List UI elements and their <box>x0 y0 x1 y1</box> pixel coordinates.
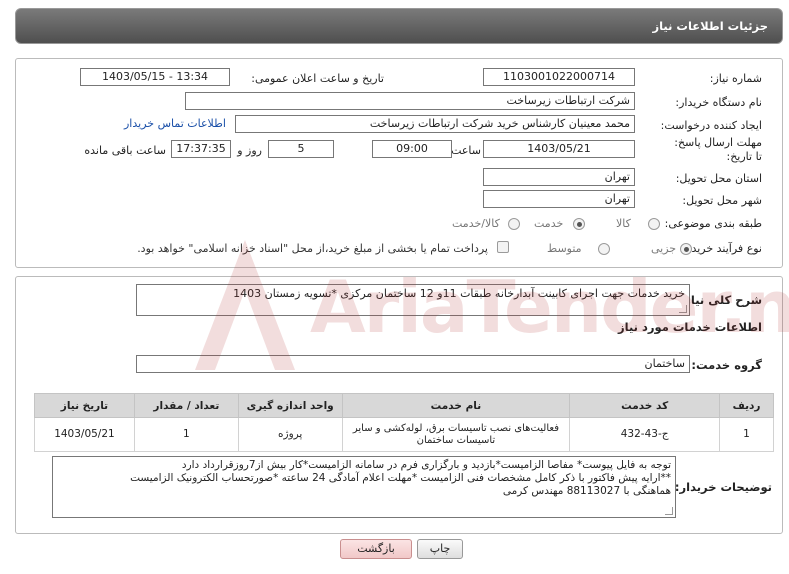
process-label: نوع فرآیند خرید : <box>684 242 762 255</box>
remaining-time-label: ساعت باقی مانده <box>84 144 166 157</box>
deadline-time-field: 09:00 <box>372 140 452 158</box>
col-qty-header: تعداد / مقدار <box>133 393 239 418</box>
remaining-time-field: 17:37:35 <box>171 140 231 158</box>
page-header: جزئیات اطلاعات نیاز <box>15 8 783 44</box>
deadline-date-field: 1403/05/21 <box>483 140 635 158</box>
cell-row: 1 <box>719 417 774 452</box>
page-title: جزئیات اطلاعات نیاز <box>652 19 768 33</box>
buyer-notes-line-1: توجه به فایل پیوست* مفاصا الزامیست*بازدی… <box>181 459 671 471</box>
cell-qty: 1 <box>133 417 239 452</box>
services-table-header: تاریخ نیاز تعداد / مقدار واحد اندازه گیر… <box>34 393 774 418</box>
days-label: روز و <box>237 144 262 157</box>
service-group-label: گروه خدمت: <box>691 358 762 372</box>
announce-date-field: 1403/05/15 - 13:34 <box>80 68 230 86</box>
service-group-field: ساختمان <box>136 355 690 373</box>
province-field: تهران <box>483 168 635 186</box>
category-radio-goods[interactable] <box>648 218 660 230</box>
creator-field: محمد معینیان کارشناس خرید شرکت ارتباطات … <box>235 115 635 133</box>
category-radio-service[interactable] <box>573 218 585 230</box>
buyer-contact-link[interactable]: اطلاعات تماس خریدار <box>124 117 226 130</box>
cell-unit: پروژه <box>237 417 343 452</box>
need-number-label: شماره نیاز: <box>709 72 762 85</box>
city-label: شهر محل تحویل: <box>682 194 762 207</box>
days-remaining-field: 5 <box>268 140 334 158</box>
deadline-label: مهلت ارسال پاسخ: تا تاریخ: <box>674 136 762 163</box>
description-text: خرید خدمات جهت اجرای کابینت آبدارخانه طب… <box>233 287 685 300</box>
cell-name: فعالیت‌های نصب تاسیسات برق، لوله‌کشی و س… <box>341 417 571 452</box>
treasury-payment-checkbox[interactable] <box>497 241 509 253</box>
services-table: تاریخ نیاز تعداد / مقدار واحد اندازه گیر… <box>34 393 774 452</box>
description-textarea: خرید خدمات جهت اجرای کابینت آبدارخانه طب… <box>136 284 690 316</box>
buyer-org-label: نام دستگاه خریدار: <box>675 96 762 109</box>
need-number-field: 1103001022000714 <box>483 68 635 86</box>
process-radio-minor[interactable] <box>680 243 692 255</box>
col-row-header: ردیف <box>719 393 774 418</box>
buyer-notes-line-3: هماهنگی با 88113027 مهندس کرمی <box>502 485 671 498</box>
col-unit-header: واحد اندازه گیری <box>237 393 343 418</box>
treasury-payment-note: پرداخت تمام یا بخشی از مبلغ خرید،از محل … <box>137 242 488 255</box>
buyer-notes-textarea: توجه به فایل پیوست* مفاصا الزامیست*بازدی… <box>52 456 676 518</box>
resize-handle-icon[interactable] <box>679 305 687 313</box>
cell-date: 1403/05/21 <box>34 417 135 452</box>
col-date-header: تاریخ نیاز <box>34 393 135 418</box>
creator-label: ایجاد کننده درخواست: <box>660 119 762 132</box>
table-row: 1403/05/21 1 پروژه فعالیت‌های نصب تاسیسا… <box>34 417 774 452</box>
process-option-minor: جزیی <box>651 242 677 255</box>
cell-code: ج-43-432 <box>569 417 721 452</box>
buyer-org-field: شرکت ارتباطات زیرساخت <box>185 92 635 110</box>
category-radio-goods-service[interactable] <box>508 218 520 230</box>
process-option-medium: متوسط <box>547 242 582 255</box>
buyer-notes-line-2: **ارایه پیش فاکتور با ذکر کامل مشخصات فن… <box>130 472 671 485</box>
city-field: تهران <box>483 190 635 208</box>
col-name-header: نام خدمت <box>341 393 571 418</box>
description-label: شرح کلی نیاز: <box>679 293 762 307</box>
back-button[interactable]: بازگشت <box>340 539 412 559</box>
buyer-notes-label: توضیحات خریدار: <box>674 480 772 494</box>
announce-date-label: تاریخ و ساعت اعلان عمومی: <box>251 72 384 85</box>
resize-handle-icon[interactable] <box>665 507 673 515</box>
category-option-goods: کالا <box>616 217 631 230</box>
process-radio-medium[interactable] <box>598 243 610 255</box>
deadline-time-label: ساعت <box>451 144 481 157</box>
services-section-title: اطلاعات خدمات مورد نیاز <box>618 320 762 334</box>
col-code-header: کد خدمت <box>569 393 721 418</box>
category-option-goods-service: کالا/خدمت <box>452 217 500 230</box>
province-label: استان محل تحویل: <box>675 172 762 185</box>
category-option-service: خدمت <box>534 217 564 230</box>
print-button[interactable]: چاپ <box>417 539 463 559</box>
category-label: طبقه بندی موضوعی: <box>664 217 762 230</box>
